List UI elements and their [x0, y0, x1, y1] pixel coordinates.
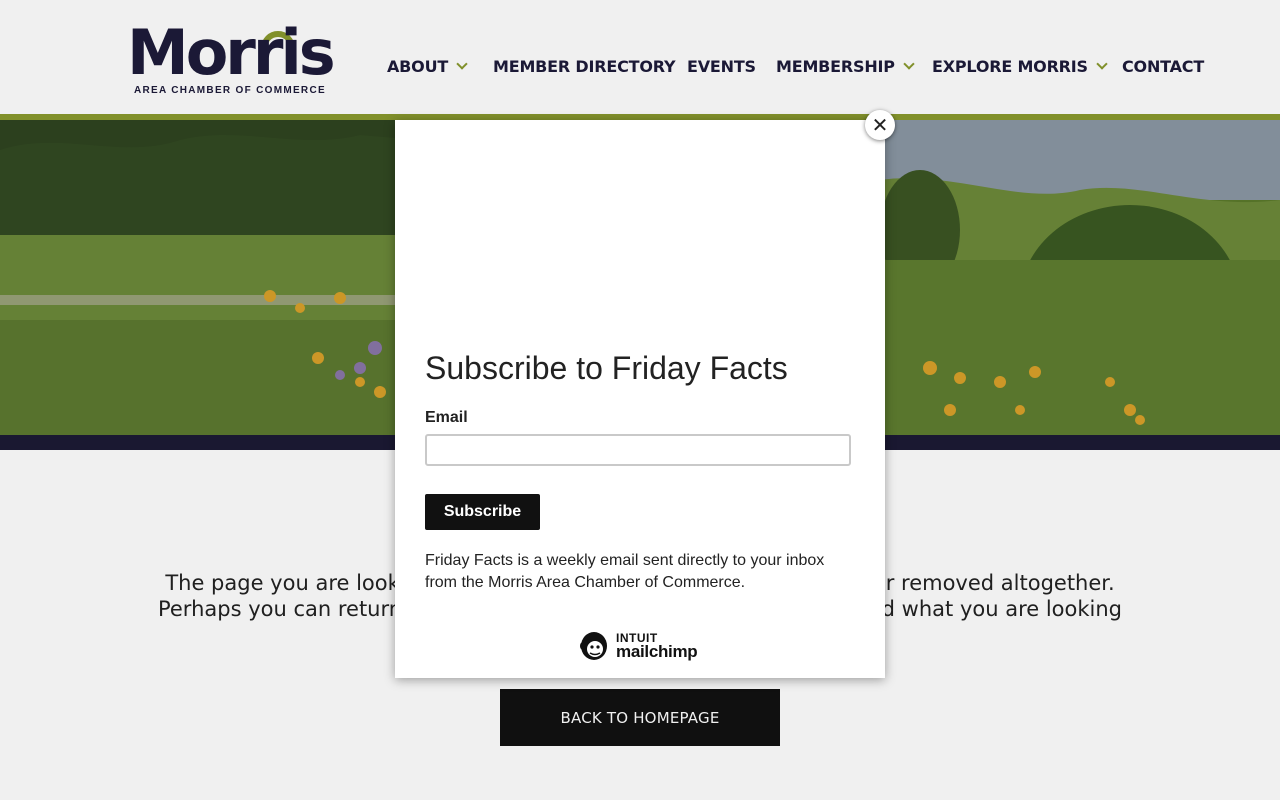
mailchimp-freddie-icon — [580, 632, 607, 660]
mailchimp-logo[interactable]: INTUIT mailchimp — [578, 627, 708, 663]
mailchimp-text: mailchimp — [616, 642, 698, 661]
subscribe-button[interactable]: Subscribe — [425, 494, 540, 530]
modal-title: Subscribe to Friday Facts — [425, 350, 788, 386]
mailchimp-wordmark: INTUIT mailchimp — [616, 631, 698, 661]
subscribe-modal: Subscribe to Friday Facts Email Subscrib… — [395, 120, 885, 678]
modal-close-button[interactable]: ✕ — [865, 110, 895, 140]
modal-description: Friday Facts is a weekly email sent dire… — [425, 552, 825, 591]
email-label: Email — [425, 409, 468, 426]
email-input[interactable] — [425, 434, 851, 466]
